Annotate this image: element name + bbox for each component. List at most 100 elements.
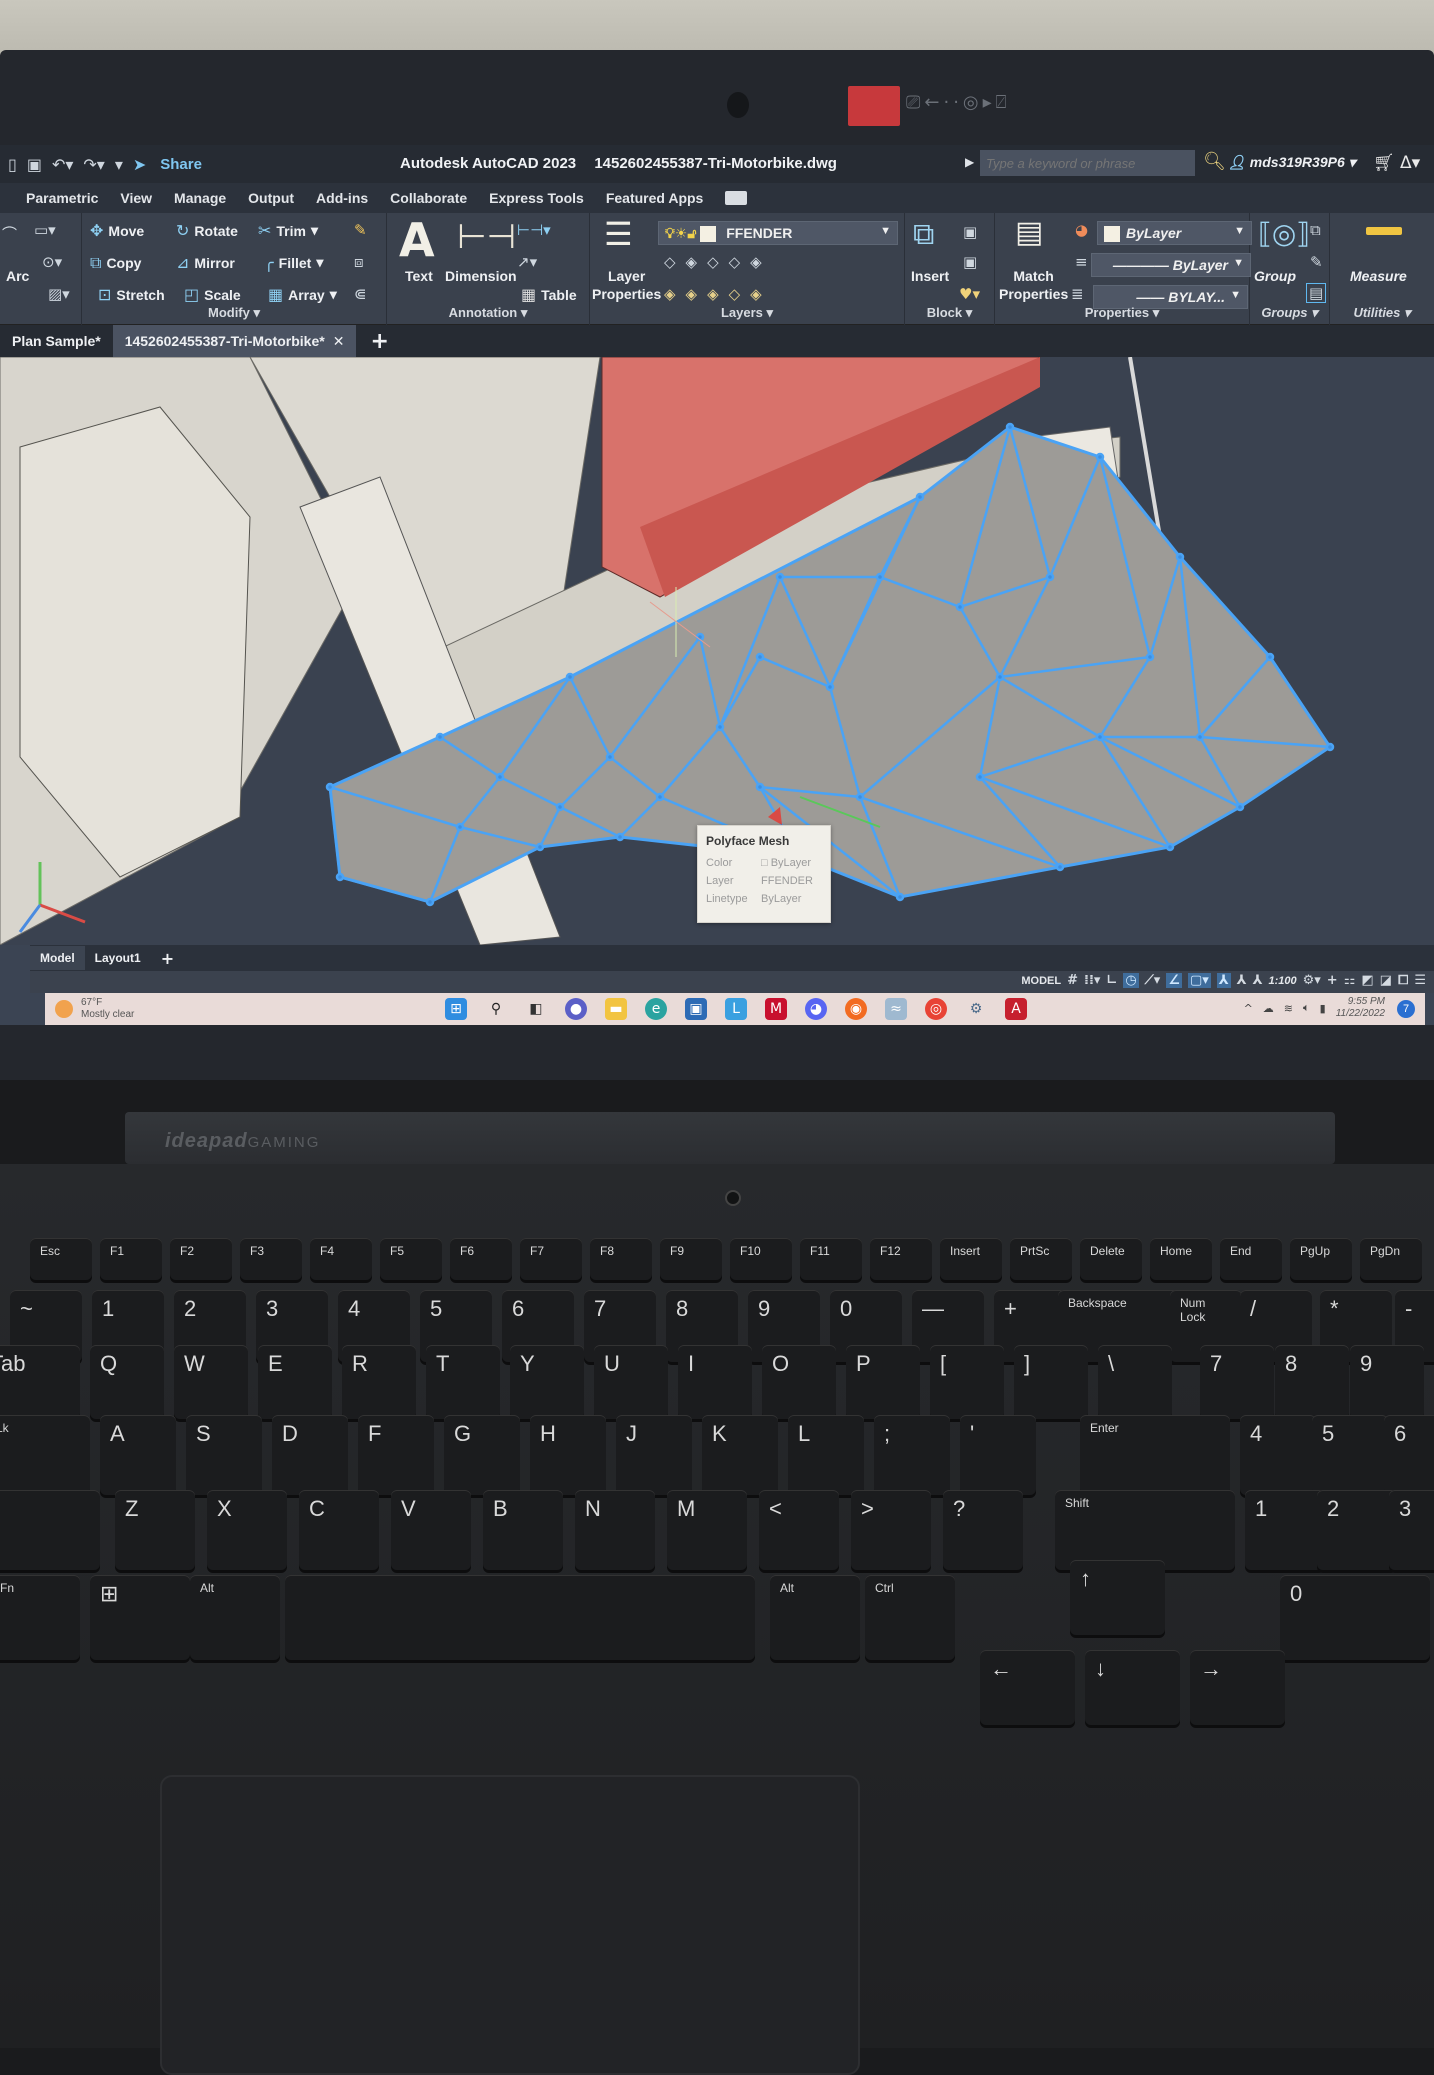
key-x[interactable]: X [207,1490,287,1570]
mesh-grip[interactable] [495,772,505,782]
mesh-grip[interactable] [1095,732,1105,742]
create-block-icon[interactable]: ▣ [963,223,977,241]
key-tab[interactable]: Tab [0,1345,80,1419]
close-tab-icon[interactable]: ✕ [333,334,345,350]
mesh-grip[interactable] [605,752,615,762]
leader-icon[interactable]: ↗▾ [517,253,537,271]
key-left-alt[interactable]: Alt [190,1575,280,1660]
erase-icon[interactable]: ✎ [354,221,367,239]
explode-icon[interactable]: ⧈ [354,253,364,271]
workspace-switch-icon[interactable] [725,191,748,205]
modify-panel-label[interactable]: Modify ▾ [82,305,386,321]
key-comma[interactable]: < [759,1490,839,1570]
mesh-grip[interactable] [1055,862,1065,872]
mesh-grip[interactable] [1325,742,1335,752]
mesh-grip[interactable] [1235,802,1245,812]
mesh-grip[interactable] [435,732,445,742]
key-space[interactable] [285,1575,755,1660]
key-e[interactable]: E [258,1345,332,1419]
microsoft-store-icon[interactable]: ▣ [685,998,707,1020]
share-icon[interactable]: ➤ [133,155,146,174]
help-search-input[interactable] [980,150,1195,176]
layer-tools-row-1-icon[interactable]: ◇◈◇◇◈ [664,253,772,271]
graphics-performance-icon[interactable]: ◪ [1380,973,1392,988]
new-icon[interactable]: ▯ [8,155,17,174]
task-view-icon[interactable]: ◧ [525,998,547,1020]
utilities-panel-label[interactable]: Utilities ▾ [1330,305,1434,321]
mesh-grip[interactable] [565,672,575,682]
copy-button[interactable]: ⧉ Copy [90,253,141,273]
key-z[interactable]: Z [115,1490,195,1570]
add-layout-icon[interactable]: + [161,949,174,968]
properties-panel-label[interactable]: Properties ▾ [995,305,1249,321]
key-right-bracket[interactable]: ] [1014,1345,1088,1419]
tab-add-ins[interactable]: Add-ins [316,190,368,206]
key-f1[interactable]: F1 [100,1238,162,1280]
cart-icon[interactable]: 🛒︎ [1373,153,1395,173]
new-tab-icon[interactable]: + [370,329,388,354]
key-backslash[interactable]: \ [1098,1345,1172,1419]
key-b[interactable]: B [483,1490,563,1570]
mesh-grip[interactable] [1095,452,1105,462]
ungroup-icon[interactable]: ⧉ [1310,221,1321,239]
tab-featured-apps[interactable]: Featured Apps [606,190,704,206]
tab-output[interactable]: Output [248,190,294,206]
tab-model[interactable]: Model [30,946,85,970]
key-f12[interactable]: F12 [870,1238,932,1280]
autodesk-help-icon[interactable]: Δ▾ [1400,153,1420,173]
key-k[interactable]: K [702,1415,778,1495]
mesh-grip[interactable] [715,722,725,732]
group-edit-icon[interactable]: ✎ [1310,253,1323,271]
key-left-bracket[interactable]: [ [930,1345,1004,1419]
edit-block-icon[interactable]: ▣ [963,253,977,271]
key-f5[interactable]: F5 [380,1238,442,1280]
key-period[interactable]: > [851,1490,931,1570]
key-y[interactable]: Y [510,1345,584,1419]
key-f10[interactable]: F10 [730,1238,792,1280]
mesh-grip[interactable] [1165,842,1175,852]
key-shift[interactable]: Shift [1055,1490,1235,1570]
layer-tools-row-2-icon[interactable]: ◈◈◈◇◈ [664,285,772,303]
mesh-grip[interactable] [455,822,465,832]
key-right-alt[interactable]: Alt [770,1575,860,1660]
group-button[interactable]: Group [1254,267,1296,285]
key-quote[interactable]: ' [960,1415,1036,1495]
key-delete[interactable]: Delete [1080,1238,1142,1280]
group-select-icon[interactable]: ▤ [1306,283,1327,303]
clock[interactable]: 9:55 PM 11/22/2022 [1336,996,1385,1020]
mesh-grip[interactable] [325,782,335,792]
touchpad[interactable] [160,1775,860,2075]
arc-button[interactable]: Arc [6,267,29,285]
mesh-grip[interactable] [335,872,345,882]
mesh-grip[interactable] [875,572,885,582]
object-snap-tracking-icon[interactable]: ∠ [1166,973,1182,988]
key-f7[interactable]: F7 [520,1238,582,1280]
search-expand-icon[interactable]: ▶ [965,155,974,169]
key-s[interactable]: S [186,1415,262,1495]
key-m[interactable]: M [667,1490,747,1570]
weather-widget[interactable]: 67°F Mostly clear [55,997,134,1021]
mesh-grip[interactable] [655,792,665,802]
mesh-grip[interactable] [755,652,765,662]
key-w[interactable]: W [174,1345,248,1419]
key-numpad-6[interactable]: 6 [1384,1415,1434,1495]
mesh-grip[interactable] [855,792,865,802]
edge-browser-icon[interactable]: e [645,998,667,1020]
array-button[interactable]: ▦ Array ▾ [268,285,337,304]
workspace-gear-icon[interactable]: ⚙▾ [1303,973,1321,988]
insert-button[interactable]: Insert [911,267,949,285]
offset-icon[interactable]: ⋐ [354,285,367,303]
mesh-grip[interactable] [425,897,435,907]
onedrive-cloud-icon[interactable]: ☁ [1263,1002,1274,1015]
isodraft-icon[interactable]: ⟋▾ [1145,973,1161,988]
key-pgdn[interactable]: PgDn [1360,1238,1422,1280]
key-numpad-7[interactable]: 7 [1200,1345,1274,1419]
notification-badge[interactable]: 7 [1397,1000,1415,1018]
key-numpad-2[interactable]: 2 [1317,1490,1397,1570]
wifi-icon[interactable]: ≋ [1284,1002,1293,1015]
mesh-grip[interactable] [1195,732,1205,742]
measure-button[interactable]: Measure [1350,267,1407,285]
key-esc[interactable]: Esc [30,1238,92,1280]
volume-icon[interactable]: 🔈︎ [1303,1001,1310,1015]
text-button[interactable]: Text [405,267,433,285]
